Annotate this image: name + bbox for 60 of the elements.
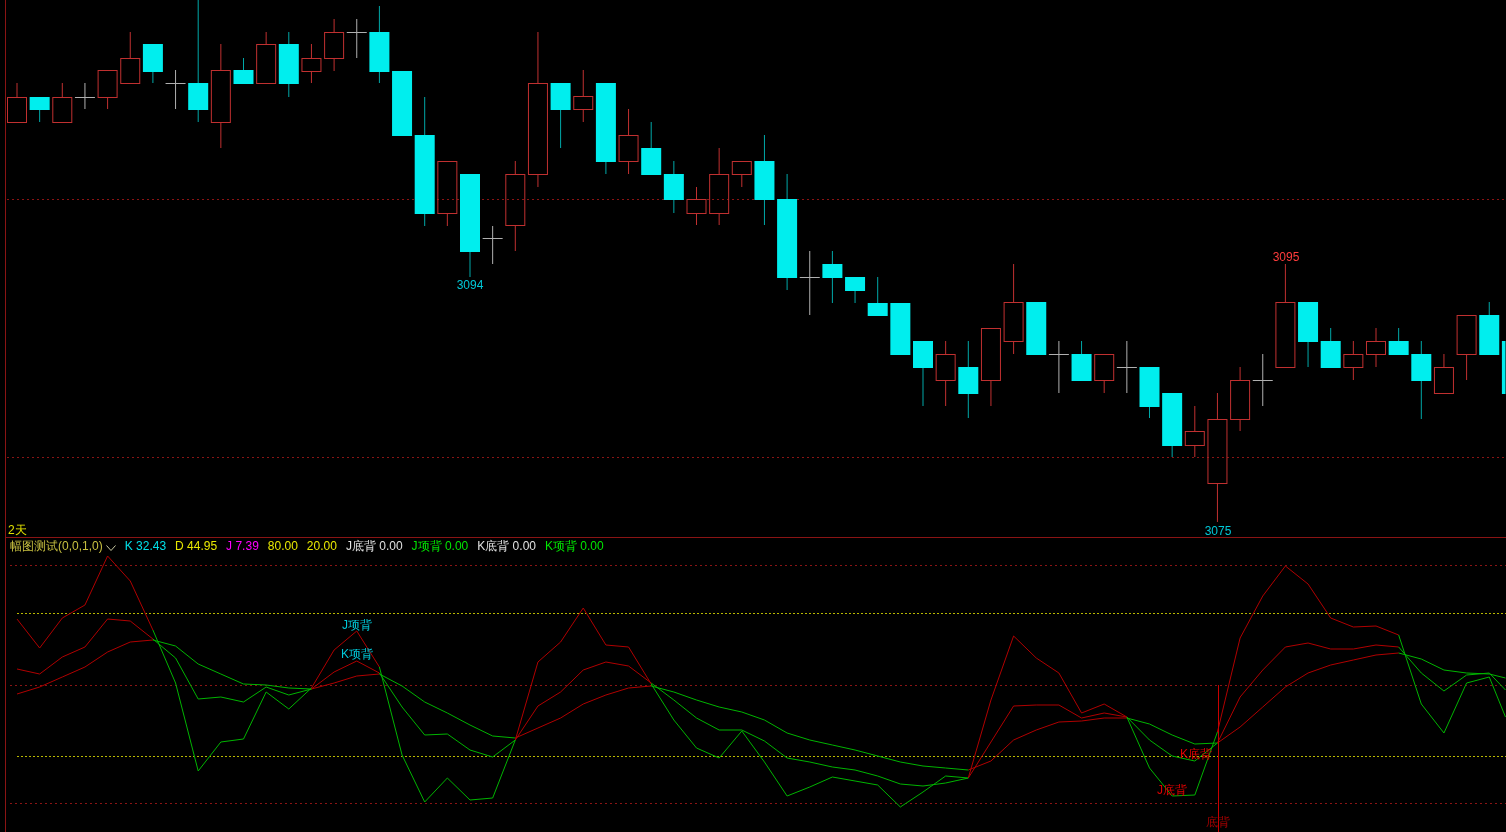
- indicator-value: J 7.39: [226, 538, 259, 555]
- price-label: 3095: [1272, 250, 1300, 264]
- falling-candle: [550, 83, 571, 149]
- rising-candle: [437, 161, 458, 227]
- price-label: 3075: [1204, 524, 1232, 537]
- rising-candle: [573, 69, 594, 123]
- falling-candle: [641, 121, 662, 175]
- rising-candle: [7, 82, 27, 123]
- rising-candle: [1456, 315, 1477, 381]
- indicator-value: 20.00: [306, 538, 337, 555]
- doji-candle: [74, 82, 96, 110]
- rising-candle: [52, 82, 73, 123]
- rising-candle: [935, 340, 956, 407]
- doji-candle: [1048, 340, 1070, 394]
- falling-candle: [1388, 327, 1409, 355]
- rising-candle: [256, 31, 277, 84]
- price-label: 3094: [456, 278, 484, 292]
- indicator-value: D 44.95: [175, 538, 218, 555]
- doji-candle: [799, 250, 821, 316]
- rising-candle: [1094, 354, 1115, 394]
- rising-candle: [97, 70, 118, 110]
- rising-candle: [1366, 327, 1386, 368]
- rising-candle: [618, 108, 639, 175]
- indicator-value: K底背 0.00: [477, 538, 536, 555]
- indicator-title: 幅图测试(0,0,1,0): [10, 538, 103, 555]
- falling-candle: [1071, 340, 1092, 381]
- falling-candle: [913, 341, 933, 407]
- rising-candle: [1343, 340, 1364, 381]
- falling-candle: [233, 57, 254, 84]
- rising-candle: [1433, 353, 1454, 394]
- doji-candle: [165, 69, 187, 110]
- falling-candle: [142, 44, 163, 84]
- falling-candle: [278, 31, 299, 98]
- falling-candle: [890, 303, 911, 355]
- rising-candle: [301, 43, 322, 84]
- period-label: 2天: [8, 523, 27, 537]
- rising-candle: [686, 186, 707, 226]
- doji-candle: [482, 225, 504, 265]
- rising-candle: [1230, 366, 1251, 432]
- rising-candle: [324, 18, 345, 72]
- rising-candle: [1184, 405, 1205, 458]
- doji-candle: [1116, 340, 1138, 394]
- indicator-value: J项背 0.00: [411, 538, 469, 555]
- indicator-value: K项背 0.00: [545, 538, 604, 555]
- signal-label: K项背: [341, 647, 373, 661]
- dropdown-caret-icon[interactable]: [105, 544, 116, 551]
- doji-candle: [1252, 353, 1274, 407]
- indicator-value: J底背 0.00: [345, 538, 403, 555]
- doji-candle: [346, 18, 368, 59]
- rising-candle: [120, 31, 141, 84]
- indicator-value: 80.00: [267, 538, 298, 555]
- falling-candle: [822, 250, 843, 304]
- falling-candle: [663, 160, 684, 214]
- falling-candle: [1026, 302, 1047, 355]
- falling-candle: [29, 97, 50, 123]
- signal-label: J底背: [1157, 783, 1187, 797]
- falling-candle: [1139, 367, 1160, 419]
- signal-label: J项背: [342, 618, 372, 632]
- falling-candle: [1162, 393, 1183, 458]
- indicator-value: K 32.43: [124, 538, 167, 555]
